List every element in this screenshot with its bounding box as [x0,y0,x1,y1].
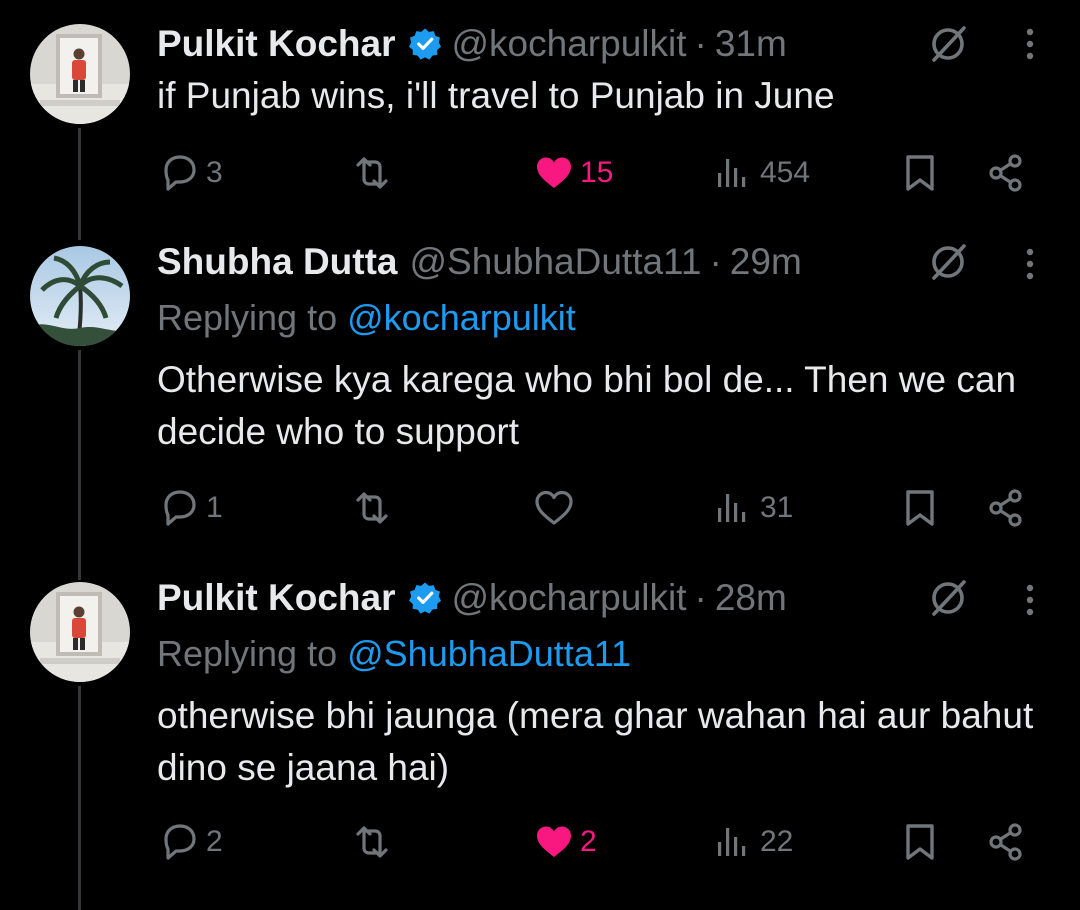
like-icon [535,490,573,525]
replying-to-mention[interactable]: @ShubhaDutta11 [347,633,631,674]
view-count: 31 [760,491,794,524]
action-bar: 2 2 22 [0,820,1080,864]
like-button[interactable] [532,486,580,530]
retweet-icon [356,157,388,189]
bookmark-icon [906,155,934,191]
views-icon [718,828,746,856]
avatar[interactable] [30,582,130,682]
reply-icon [164,824,196,860]
verified-badge-icon [407,581,442,615]
bookmark-icon [906,824,934,860]
tweet-header: Pulkit Kochar @kocharpulkit · 28m [157,574,787,622]
bookmark-button[interactable] [898,486,942,530]
retweet-icon [356,492,388,524]
views-button[interactable]: 31 [712,486,793,530]
share-icon [989,823,1022,861]
author-handle[interactable]: @ShubhaDutta11 [409,238,701,286]
share-button[interactable] [984,486,1028,530]
action-bar: 1 31 [0,486,1080,530]
separator-dot: · [709,241,722,282]
reply-icon [164,490,196,526]
retweet-button[interactable] [350,820,398,864]
like-count: 15 [580,156,614,189]
tweet-text: if Punjab wins, i'll travel to Punjab in… [157,75,835,116]
bookmark-icon [906,490,934,526]
views-icon [718,159,746,187]
share-button[interactable] [984,151,1028,195]
views-icon [718,494,746,522]
tweet-header: Pulkit Kochar @kocharpulkit · 31m [157,20,787,68]
like-count: 2 [580,825,597,858]
separator-dot: · [694,577,707,618]
views-button[interactable]: 22 [712,820,793,864]
author-name[interactable]: Pulkit Kochar [157,574,396,622]
retweet-button[interactable] [350,486,398,530]
more-options-icon[interactable] [1020,24,1040,64]
reply-count: 3 [206,156,223,189]
mute-icon[interactable] [926,240,970,284]
action-bar: 3 15 454 [0,151,1080,195]
author-handle[interactable]: @kocharpulkit [452,574,687,622]
share-icon [989,154,1022,192]
timestamp[interactable]: 31m [715,20,787,68]
profile-photo-icon [30,582,130,682]
author-name[interactable]: Pulkit Kochar [157,20,396,68]
mute-icon[interactable] [926,22,970,66]
reply-button[interactable]: 3 [158,151,223,195]
replying-to-line: Replying to @ShubhaDutta11 [157,630,631,678]
replying-to-label: Replying to [157,633,338,674]
retweet-icon [356,826,388,858]
tweet-text: otherwise bhi jaunga (mera ghar wahan ha… [157,695,1034,788]
views-button[interactable]: 454 [712,151,810,195]
bookmark-button[interactable] [898,820,942,864]
more-options-icon[interactable] [1020,244,1040,284]
tweet[interactable]: Shubha Dutta @ShubhaDutta11 · 29m Replyi… [0,238,1080,538]
replying-to-label: Replying to [157,297,338,338]
timestamp[interactable]: 29m [730,238,802,286]
replying-to-mention[interactable]: @kocharpulkit [347,297,576,338]
view-count: 22 [760,825,794,858]
like-filled-icon [537,157,571,188]
tweet[interactable]: Pulkit Kochar @kocharpulkit · 31m if Pun… [0,20,1080,210]
reply-button[interactable]: 1 [158,486,223,530]
profile-photo-icon [30,24,130,124]
palm-tree-photo-icon [30,246,130,346]
like-button[interactable]: 15 [532,151,613,195]
tweet-header: Shubha Dutta @ShubhaDutta11 · 29m [157,238,802,286]
tweet[interactable]: Pulkit Kochar @kocharpulkit · 28m Replyi… [0,574,1080,874]
reply-count: 1 [206,491,223,524]
share-icon [989,489,1022,527]
avatar[interactable] [30,24,130,124]
author-handle[interactable]: @kocharpulkit [452,20,687,68]
avatar[interactable] [30,246,130,346]
tweet-thread: Pulkit Kochar @kocharpulkit · 31m if Pun… [0,0,1080,910]
mute-icon[interactable] [926,576,970,620]
reply-icon [164,155,196,191]
bookmark-button[interactable] [898,151,942,195]
like-filled-icon [537,826,571,857]
reply-button[interactable]: 2 [158,820,223,864]
reply-count: 2 [206,825,223,858]
share-button[interactable] [984,820,1028,864]
more-options-icon[interactable] [1020,580,1040,620]
verified-badge-icon [407,27,442,61]
timestamp[interactable]: 28m [715,574,787,622]
author-name[interactable]: Shubha Dutta [157,238,397,286]
replying-to-line: Replying to @kocharpulkit [157,294,576,342]
tweet-text: Otherwise kya karega who bhi bol de... T… [157,359,1017,452]
view-count: 454 [760,156,811,189]
retweet-button[interactable] [350,151,398,195]
like-button[interactable]: 2 [532,820,597,864]
separator-dot: · [694,23,707,64]
